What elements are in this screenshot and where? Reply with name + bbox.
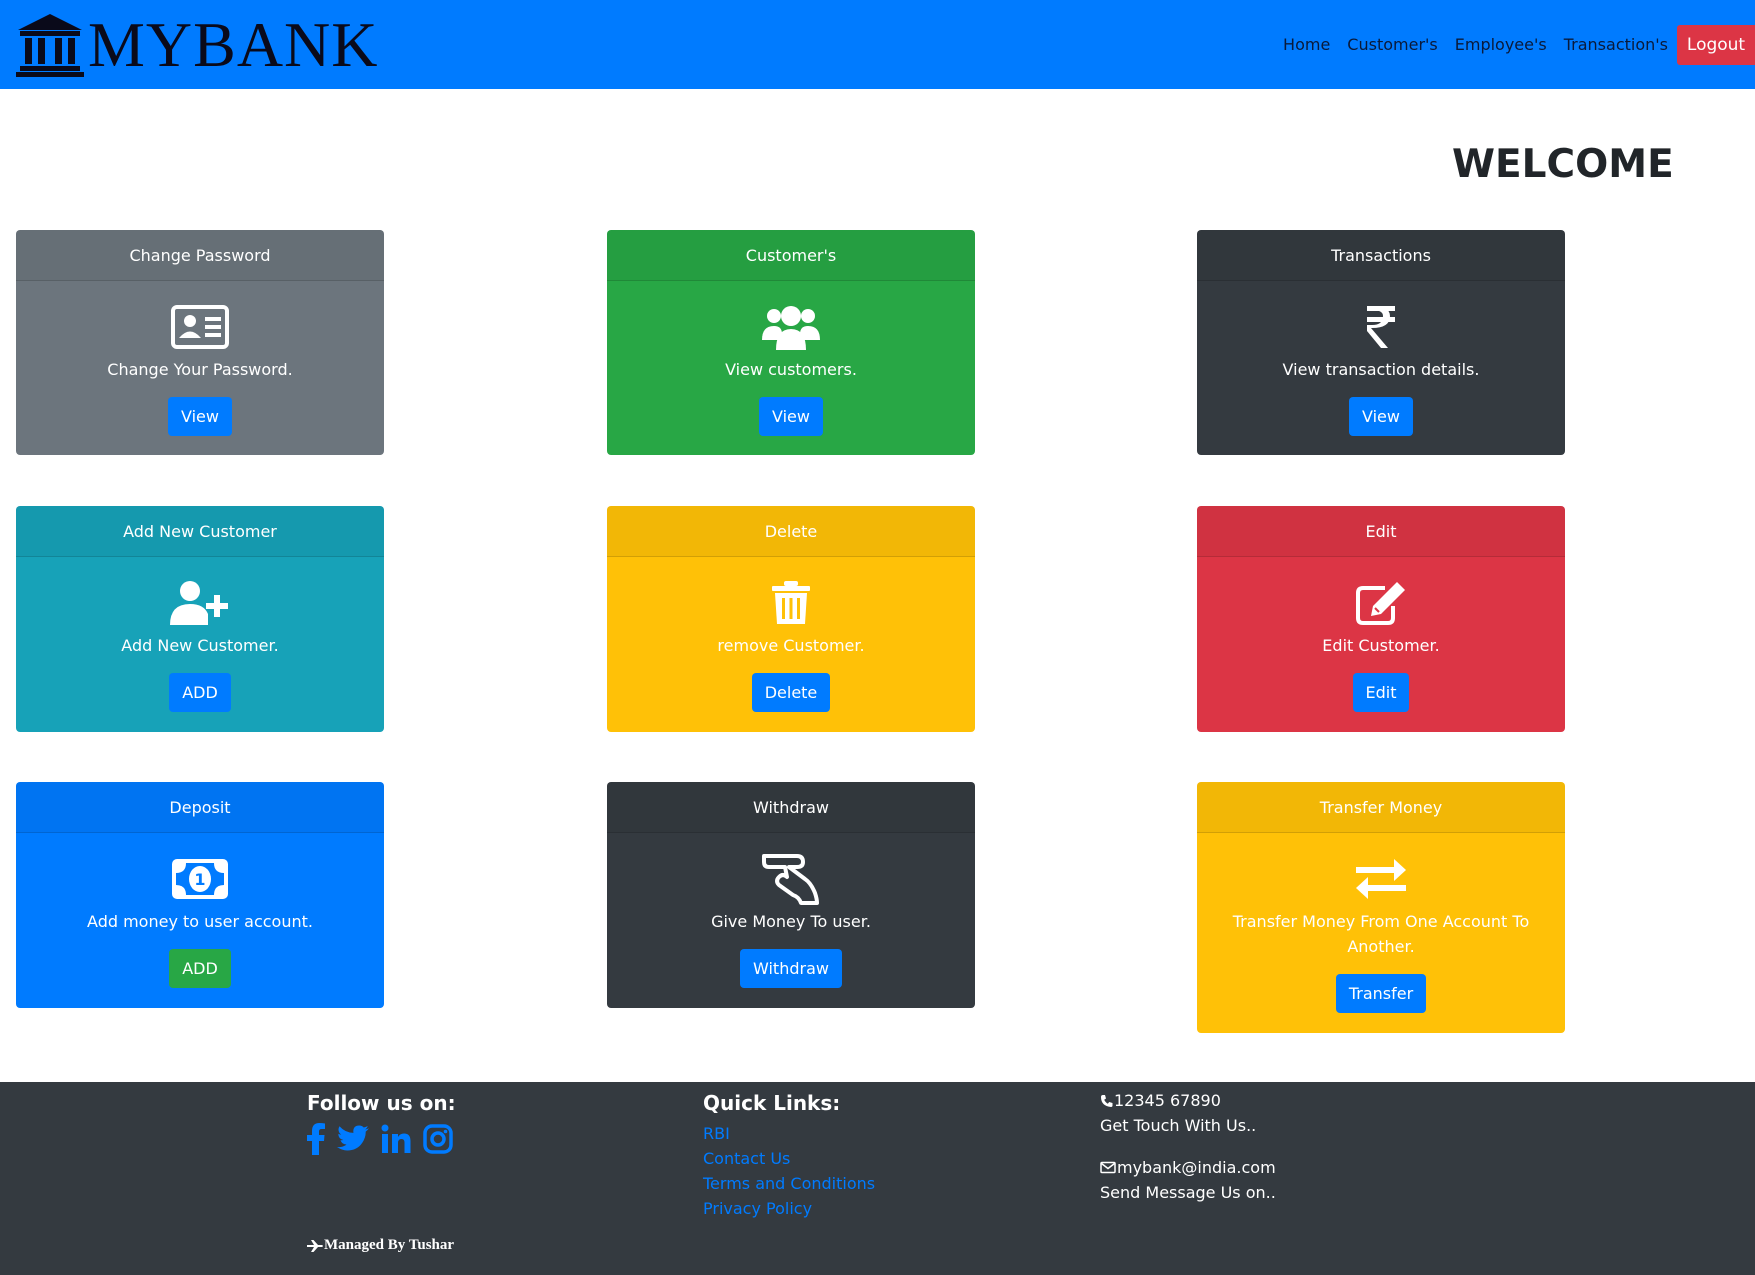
card-header: Transfer Money (1197, 782, 1565, 833)
managed-by-text: Managed By Tushar (324, 1237, 455, 1253)
email-address: mybank@india.com (1117, 1158, 1276, 1177)
id-card-icon (171, 302, 229, 352)
withdraw-button[interactable]: Withdraw (740, 949, 842, 988)
view-change-password-button[interactable]: View (168, 397, 232, 436)
social-links (307, 1123, 465, 1155)
bank-building-icon (16, 12, 84, 78)
money-bill-icon: 1 (172, 854, 228, 904)
transactions-card: Transactions View transaction details. V… (1197, 230, 1565, 455)
phone-number: 12345 67890 (1114, 1091, 1221, 1110)
card-header: Transactions (1197, 230, 1565, 281)
card-description: Edit Customer. (1322, 636, 1440, 655)
managed-by: Managed By Tushar (307, 1237, 454, 1254)
withdraw-card: Withdraw Give Money To user. Withdraw (607, 782, 975, 1008)
envelope-icon (1100, 1161, 1116, 1174)
delete-customer-button[interactable]: Delete (751, 673, 831, 712)
card-description: View customers. (725, 360, 857, 379)
card-description: Add money to user account. (87, 912, 313, 931)
footer-contact-section: 12345 67890 Get Touch With Us.. mybank@i… (1100, 1088, 1276, 1205)
nav-employees[interactable]: Employee's (1455, 35, 1547, 54)
transfer-card: Transfer Money Transfer Money From One A… (1197, 782, 1565, 1033)
footer-follow-section: Follow us on: (307, 1082, 465, 1155)
card-description: Transfer Money From One Account To Anoth… (1232, 912, 1530, 956)
logout-button[interactable]: Logout (1677, 24, 1755, 65)
change-password-card: Change Password Change Your Password. Vi… (16, 230, 384, 455)
card-header: Deposit (16, 782, 384, 833)
edit-card: Edit Edit Customer. Edit (1197, 506, 1565, 732)
instagram-icon[interactable] (423, 1124, 453, 1154)
edit-customer-button[interactable]: Edit (1352, 673, 1410, 712)
twitter-icon[interactable] (337, 1125, 369, 1153)
link-privacy[interactable]: Privacy Policy (703, 1196, 875, 1221)
nav-transactions[interactable]: Transaction's (1564, 35, 1668, 54)
transfer-button[interactable]: Transfer (1335, 974, 1427, 1013)
brand-logo[interactable]: MYBANK (16, 12, 378, 78)
link-rbi[interactable]: RBI (703, 1121, 875, 1146)
facebook-icon[interactable] (307, 1123, 325, 1155)
rupee-icon (1366, 302, 1396, 352)
edit-icon (1355, 578, 1407, 628)
hand-money-icon (761, 854, 821, 905)
view-customers-button[interactable]: View (759, 397, 823, 436)
nav-home[interactable]: Home (1283, 35, 1330, 54)
link-contact-us[interactable]: Contact Us (703, 1146, 875, 1171)
footer: Follow us on: Quick Links: RBI Contact U… (0, 1082, 1755, 1275)
card-description: Change Your Password. (107, 360, 293, 379)
card-description: View transaction details. (1282, 360, 1480, 379)
svg-text:1: 1 (194, 870, 205, 889)
trash-icon (770, 578, 812, 628)
card-header: Delete (607, 506, 975, 557)
navbar: MYBANK Home Customer's Employee's Transa… (0, 0, 1755, 89)
phone-caption: Get Touch With Us.. (1100, 1116, 1257, 1135)
card-header: Edit (1197, 506, 1565, 557)
plane-icon (307, 1239, 324, 1252)
users-icon (762, 302, 820, 352)
card-description: remove Customer. (717, 636, 865, 655)
exchange-icon (1354, 854, 1408, 904)
card-description: Add New Customer. (121, 636, 279, 655)
email-caption: Send Message Us on.. (1100, 1183, 1276, 1202)
view-transactions-button[interactable]: View (1349, 397, 1413, 436)
card-header: Add New Customer (16, 506, 384, 557)
page-title: WELCOME (1452, 142, 1674, 187)
delete-card: Delete remove Customer. Delete (607, 506, 975, 732)
card-header: Customer's (607, 230, 975, 281)
email-line: mybank@india.com (1100, 1155, 1276, 1180)
add-customer-button[interactable]: ADD (169, 673, 231, 712)
card-header: Change Password (16, 230, 384, 281)
card-description: Give Money To user. (711, 912, 871, 931)
brand-name: MYBANK (88, 9, 379, 80)
user-plus-icon (170, 578, 230, 628)
link-terms[interactable]: Terms and Conditions (703, 1171, 875, 1196)
linkedin-icon[interactable] (381, 1124, 411, 1154)
customers-card: Customer's View customers. View (607, 230, 975, 455)
deposit-add-button[interactable]: ADD (169, 949, 231, 988)
nav-customers[interactable]: Customer's (1347, 35, 1437, 54)
phone-line: 12345 67890 (1100, 1088, 1276, 1113)
phone-icon (1100, 1094, 1113, 1108)
follow-title: Follow us on: (307, 1091, 456, 1115)
card-header: Withdraw (607, 782, 975, 833)
quick-links-title: Quick Links: (703, 1091, 841, 1115)
deposit-card: Deposit 1 Add money to user account. ADD (16, 782, 384, 1008)
footer-quick-links-section: Quick Links: RBI Contact Us Terms and Co… (703, 1082, 875, 1221)
nav-menu: Home Customer's Employee's Transaction's… (1283, 0, 1755, 89)
add-customer-card: Add New Customer Add New Customer. ADD (16, 506, 384, 732)
